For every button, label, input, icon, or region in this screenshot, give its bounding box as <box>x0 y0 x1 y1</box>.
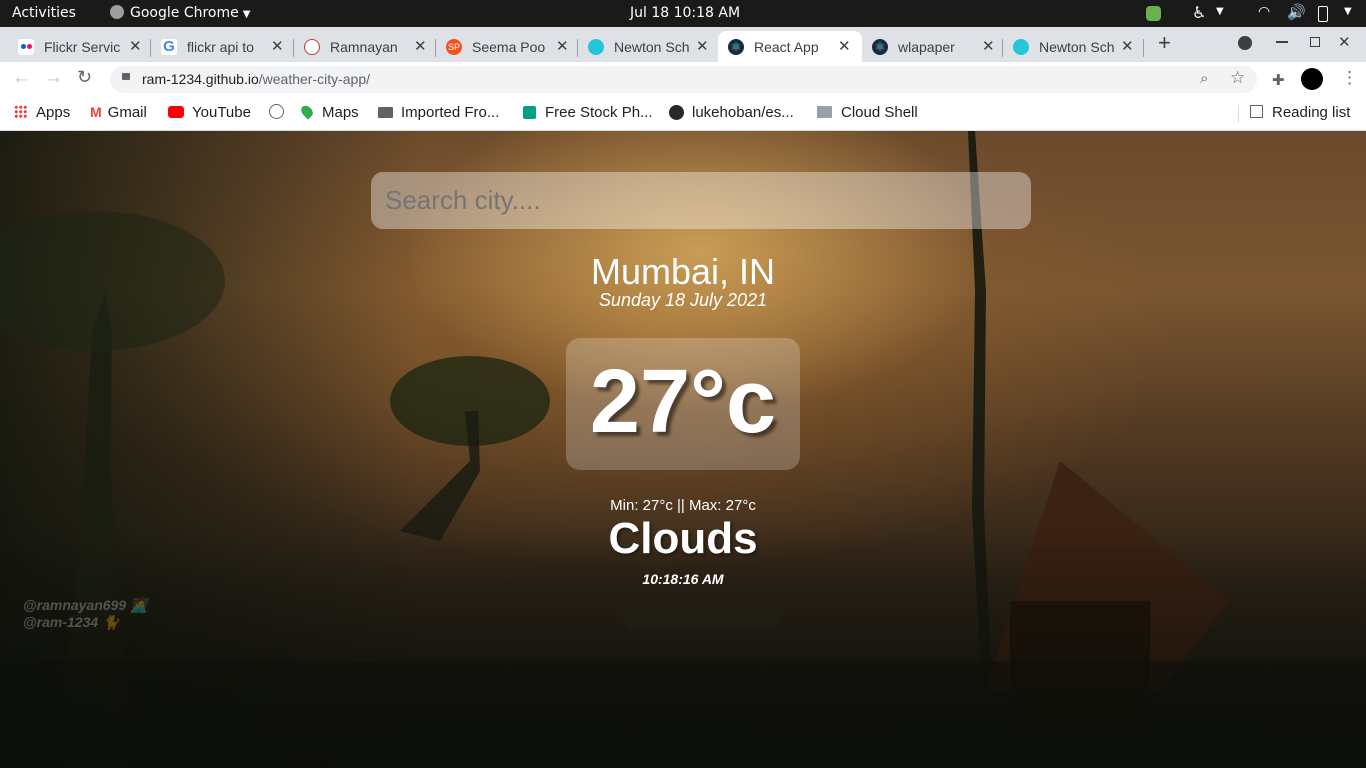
bookmark-cloud-shell[interactable]: Cloud Shell <box>817 104 918 121</box>
back-icon[interactable]: ← <box>12 67 31 89</box>
flickr-icon <box>18 39 34 55</box>
react-icon: ⚛ <box>728 39 744 55</box>
newton-icon <box>1013 39 1029 55</box>
close-icon[interactable]: ✕ <box>838 37 851 55</box>
new-tab-button[interactable]: + <box>1158 30 1171 56</box>
tab-wlapaper[interactable]: ⚛ wlapaper ✕ <box>862 31 1002 62</box>
sp-icon: SP <box>446 39 462 55</box>
zoom-icon[interactable]: ⌕ <box>1200 70 1208 87</box>
volume-icon[interactable]: 🔊 <box>1287 3 1306 21</box>
close-icon[interactable]: ✕ <box>271 37 284 55</box>
clock[interactable]: Jul 18 10:18 AM <box>630 5 740 21</box>
url-host: ram-1234.github.io <box>142 71 259 87</box>
minimize-icon[interactable] <box>1276 41 1288 43</box>
tab-strip: Flickr Servic ✕ G flickr api to ✕ Ramnay… <box>0 27 1366 62</box>
restore-icon[interactable] <box>1310 37 1320 47</box>
google-icon: G <box>161 39 177 55</box>
tab-newton-school[interactable]: Newton Sch ✕ <box>578 31 718 62</box>
current-time: 10:18:16 AM <box>642 571 724 587</box>
folder-icon <box>378 107 393 118</box>
react-icon: ⚛ <box>872 39 888 55</box>
app-menu[interactable]: Google Chrome ▼ <box>110 5 250 21</box>
accessibility-icon[interactable]: ♿ <box>1192 3 1206 22</box>
url-path: /weather-city-app/ <box>258 71 371 87</box>
date-text: Sunday 18 July 2021 <box>598 290 768 310</box>
tab-title: React App <box>754 39 819 55</box>
tab-react-app[interactable]: ⚛ React App ✕ <box>718 31 862 62</box>
menu-icon[interactable]: ⋮ <box>1341 69 1358 87</box>
tab-ramnayan[interactable]: Ramnayan ✕ <box>294 31 436 62</box>
bookmark-star-icon[interactable]: ☆ <box>1230 68 1245 88</box>
search-city-input[interactable] <box>371 172 1031 229</box>
tab-title: Ramnayan <box>330 39 398 55</box>
bookmark-maps[interactable]: Maps <box>298 103 359 121</box>
chevron-down-icon: ▼ <box>242 9 251 20</box>
security-check-icon[interactable] <box>1146 6 1161 21</box>
close-icon[interactable]: ✕ <box>982 37 995 55</box>
bookmark-lukehoban[interactable]: lukehoban/es... <box>669 104 794 121</box>
chrome-icon <box>110 5 124 19</box>
wifi-icon[interactable]: ◠ <box>1258 4 1270 20</box>
portfolio-icon <box>304 39 320 55</box>
weather-app-page: Mumbai, IN Sunday 18 July 2021 27°c Min:… <box>0 131 1366 768</box>
window-close-icon[interactable]: ✕ <box>1338 33 1351 51</box>
tab-flickr-services[interactable]: Flickr Servic ✕ <box>8 31 150 62</box>
activities-button[interactable]: Activities <box>12 5 76 21</box>
bookmarks-bar: Apps M Gmail YouTube Maps Imported Fro...… <box>0 97 1366 131</box>
bookmark-youtube[interactable]: YouTube <box>168 104 251 121</box>
reload-icon[interactable]: ↻ <box>77 67 92 88</box>
reading-list-icon <box>1250 105 1263 118</box>
tab-search-icon[interactable] <box>1238 36 1252 50</box>
profile-avatar[interactable] <box>1301 68 1323 90</box>
battery-icon[interactable] <box>1318 6 1328 22</box>
bookmark-globe[interactable] <box>269 104 284 121</box>
ground-shadow <box>0 531 1366 768</box>
tab-newton-school-2[interactable]: Newton Sch ✕ <box>1003 31 1143 62</box>
stock-photo-icon <box>523 106 536 119</box>
close-icon[interactable]: ✕ <box>129 37 142 55</box>
tab-title: Newton Sch <box>1039 39 1115 55</box>
temperature-card: 27°c <box>566 338 800 470</box>
github-icon <box>669 105 684 120</box>
extensions-icon[interactable]: ✚ <box>1272 71 1285 89</box>
app-name: Google Chrome <box>130 5 239 21</box>
bookmark-gmail[interactable]: M Gmail <box>90 104 147 121</box>
watermark: @ramnayan699 🧑‍💻 @ram-1234 🐈 <box>23 597 147 631</box>
cloud-shell-icon <box>817 106 832 118</box>
gmail-icon: M <box>90 104 102 120</box>
bookmark-free-stock[interactable]: Free Stock Ph... <box>523 104 653 121</box>
globe-icon <box>269 104 284 119</box>
close-icon[interactable]: ✕ <box>1121 37 1134 55</box>
lock-icon[interactable] <box>122 73 130 80</box>
os-top-bar: Activities Google Chrome ▼ Jul 18 10:18 A… <box>0 0 1366 27</box>
reading-list[interactable]: Reading list <box>1250 104 1350 121</box>
newton-icon <box>588 39 604 55</box>
maps-icon <box>298 103 316 120</box>
temperature-value: 27°c <box>589 352 777 452</box>
bookmark-apps[interactable]: Apps <box>14 104 70 121</box>
weather-condition: Clouds <box>608 514 758 563</box>
close-icon[interactable]: ✕ <box>696 37 709 55</box>
tab-title: Flickr Servic <box>44 39 121 55</box>
tab-flickr-api[interactable]: G flickr api to ✕ <box>151 31 293 62</box>
address-bar[interactable]: ram-1234.github.io/weather-city-app/ ⌕ ☆ <box>110 66 1257 93</box>
youtube-icon <box>168 106 184 118</box>
tab-seema[interactable]: SP Seema Poo ✕ <box>436 31 578 62</box>
tab-title: Seema Poo <box>472 39 546 55</box>
min-max-temp: Min: 27°c || Max: 27°c <box>610 497 756 514</box>
bookmark-imported[interactable]: Imported Fro... <box>378 104 499 121</box>
chevron-down-icon: ▼ <box>1216 6 1224 17</box>
tab-title: wlapaper <box>898 39 955 55</box>
apps-grid-icon <box>14 105 27 118</box>
forward-icon[interactable]: → <box>44 67 63 89</box>
url-text[interactable]: ram-1234.github.io/weather-city-app/ <box>142 71 370 87</box>
watermark-line-2: @ram-1234 🐈 <box>23 614 120 630</box>
watermark-line-1: @ramnayan699 🧑‍💻 <box>23 597 148 613</box>
tab-title: flickr api to <box>187 39 254 55</box>
close-icon[interactable]: ✕ <box>556 37 569 55</box>
tab-title: Newton Sch <box>614 39 690 55</box>
chevron-down-icon: ▼ <box>1344 6 1352 17</box>
city-name: Mumbai, IN <box>590 251 776 292</box>
close-icon[interactable]: ✕ <box>414 37 427 55</box>
